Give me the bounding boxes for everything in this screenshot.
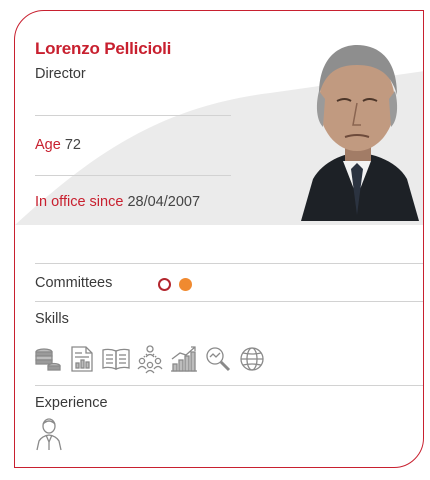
finance-coins-icon [33, 344, 63, 374]
age-stat: Age 72 [35, 137, 81, 153]
divider [35, 385, 423, 386]
skills-icon-row [33, 344, 267, 374]
office-value: 28/04/2007 [127, 194, 201, 210]
divider [35, 115, 231, 116]
office-stat: In office since 28/04/2007 [35, 194, 200, 210]
age-value: 72 [64, 137, 81, 153]
divider [35, 175, 231, 176]
director-name: Lorenzo Pellicioli [35, 39, 172, 58]
globe-icon [237, 344, 267, 374]
divider [35, 263, 423, 264]
executive-person-icon [34, 417, 64, 451]
committees-label: Committees [35, 275, 113, 291]
skills-label: Skills [35, 311, 69, 327]
team-network-icon [135, 344, 165, 374]
director-photo [273, 29, 423, 221]
committee-indicator-filled [179, 278, 192, 291]
divider [35, 301, 423, 302]
experience-label: Experience [35, 395, 108, 411]
committee-indicator-outline [158, 278, 171, 291]
magnifier-analysis-icon [203, 344, 233, 374]
office-label: In office since [35, 194, 124, 210]
age-label: Age [35, 137, 61, 153]
director-role: Director [35, 66, 86, 82]
open-book-icon [101, 344, 131, 374]
growth-chart-icon [169, 344, 199, 374]
report-chart-icon [67, 344, 97, 374]
director-card: Lorenzo Pellicioli Director Age 72 In of… [14, 10, 424, 468]
